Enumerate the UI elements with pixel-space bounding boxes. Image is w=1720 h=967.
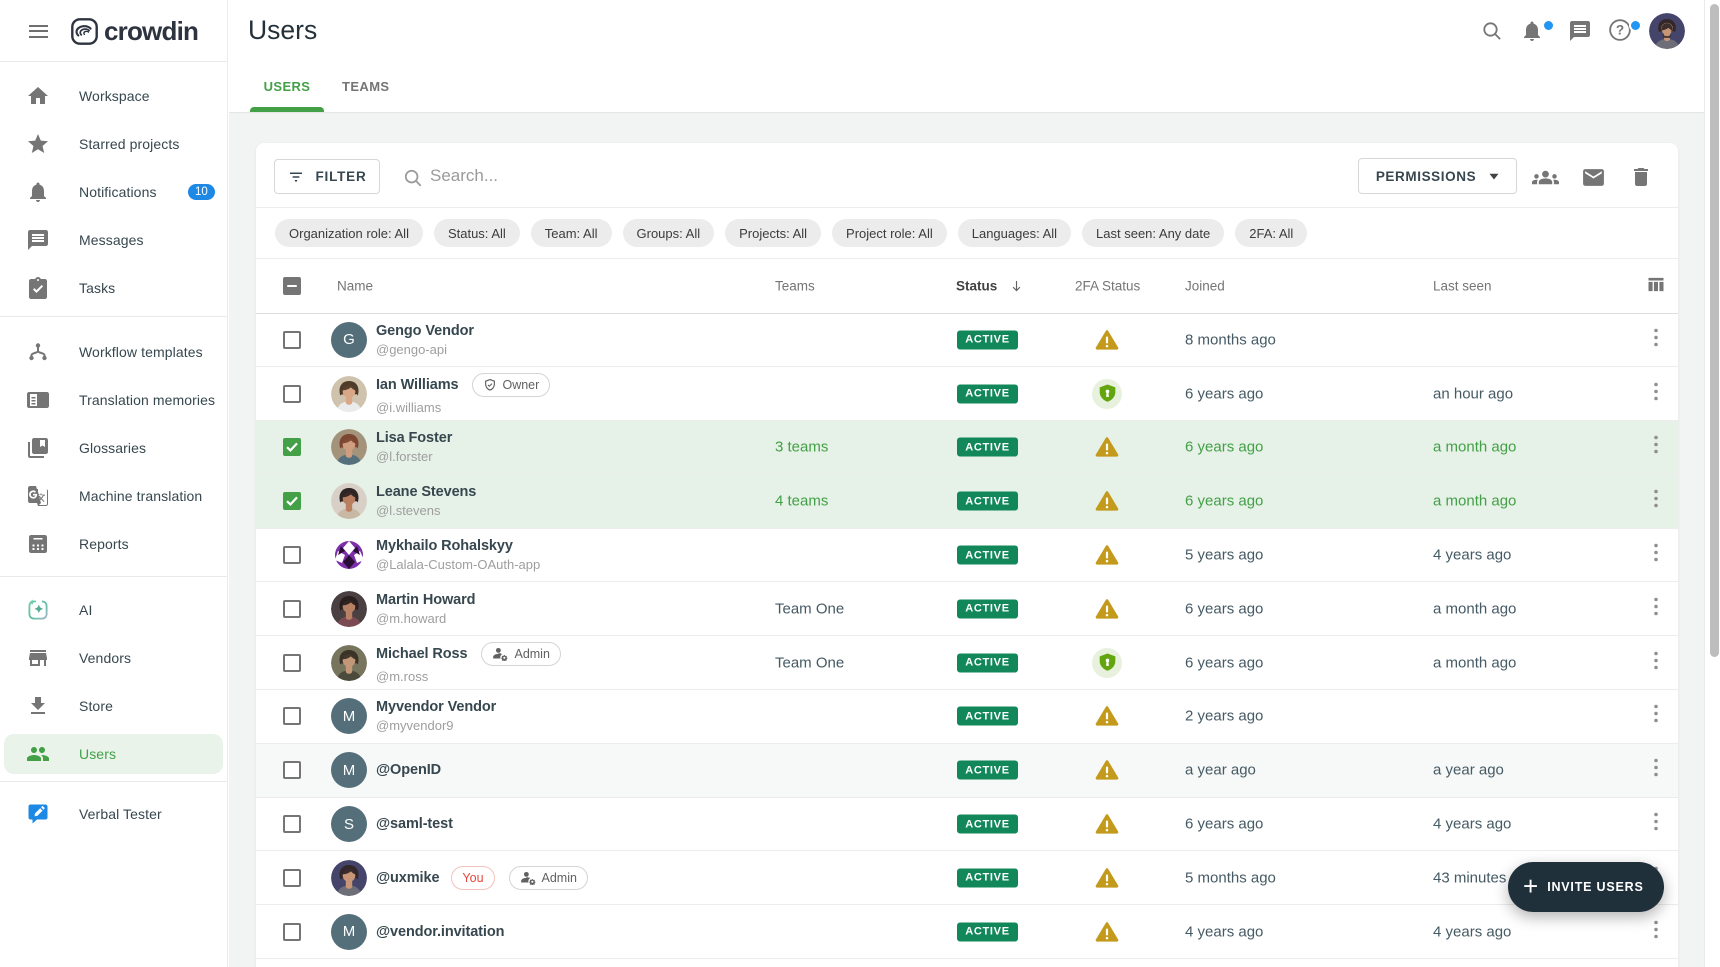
svg-text:?: ?	[1616, 23, 1624, 38]
